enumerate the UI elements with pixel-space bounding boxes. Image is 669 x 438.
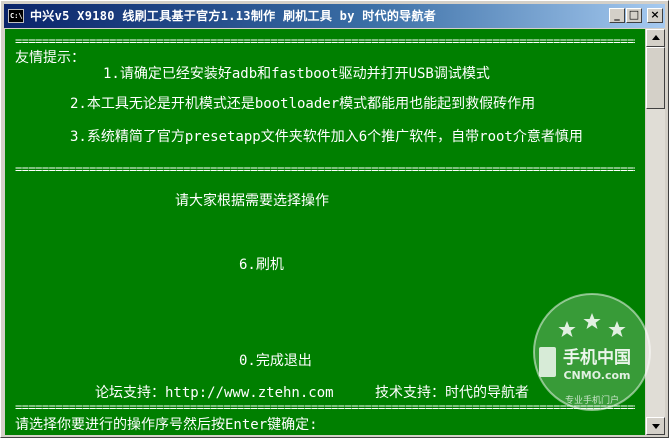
separator-line: ========================================… <box>15 403 635 411</box>
console-output[interactable]: ========================================… <box>5 29 645 435</box>
close-button[interactable]: × <box>647 8 663 23</box>
tech-support-text: 技术支持：时代的导航者 <box>375 385 529 401</box>
choose-prompt: 请大家根据需要选择操作 <box>175 193 329 209</box>
title-bar[interactable]: C:\ 中兴v5 X9180 线刷工具基于官方1.13制作 刷机工具 by 时代… <box>4 4 665 28</box>
scroll-down-button[interactable] <box>646 417 665 435</box>
console-window: C:\ 中兴v5 X9180 线刷工具基于官方1.13制作 刷机工具 by 时代… <box>0 0 669 438</box>
arrow-up-icon <box>652 35 660 40</box>
maximize-icon: □ <box>628 8 640 21</box>
cmd-app-icon[interactable]: C:\ <box>8 9 24 23</box>
vertical-scrollbar[interactable] <box>646 29 665 435</box>
tips-heading: 友情提示： <box>15 50 85 66</box>
separator-line: ========================================… <box>15 37 635 45</box>
close-icon: × <box>650 8 660 21</box>
arrow-down-icon <box>652 424 660 429</box>
menu-option-flash: 6.刷机 <box>239 257 284 273</box>
scroll-up-button[interactable] <box>646 29 665 47</box>
forum-support-text: 论坛支持：http://www.ztehn.com <box>95 385 334 401</box>
window-title: 中兴v5 X9180 线刷工具基于官方1.13制作 刷机工具 by 时代的导航者 <box>30 9 437 23</box>
menu-option-exit: 0.完成退出 <box>239 353 312 369</box>
tip-line-1: 1.请确定已经安装好adb和fastboot驱动并打开USB调试模式 <box>103 66 490 82</box>
input-prompt[interactable]: 请选择你要进行的操作序号然后按Enter键确定: <box>15 417 318 433</box>
tip-line-3: 3.系统精简了官方presetapp文件夹软件加入6个推广软件，自带root介意… <box>70 129 583 145</box>
separator-line: ========================================… <box>15 165 635 173</box>
minimize-icon: _ <box>614 8 620 21</box>
maximize-button[interactable]: □ <box>626 8 642 23</box>
minimize-button[interactable]: _ <box>609 8 625 23</box>
scrollbar-thumb[interactable] <box>646 47 665 109</box>
tip-line-2: 2.本工具无论是开机模式还是bootloader模式都能用也能起到救假砖作用 <box>70 96 536 112</box>
